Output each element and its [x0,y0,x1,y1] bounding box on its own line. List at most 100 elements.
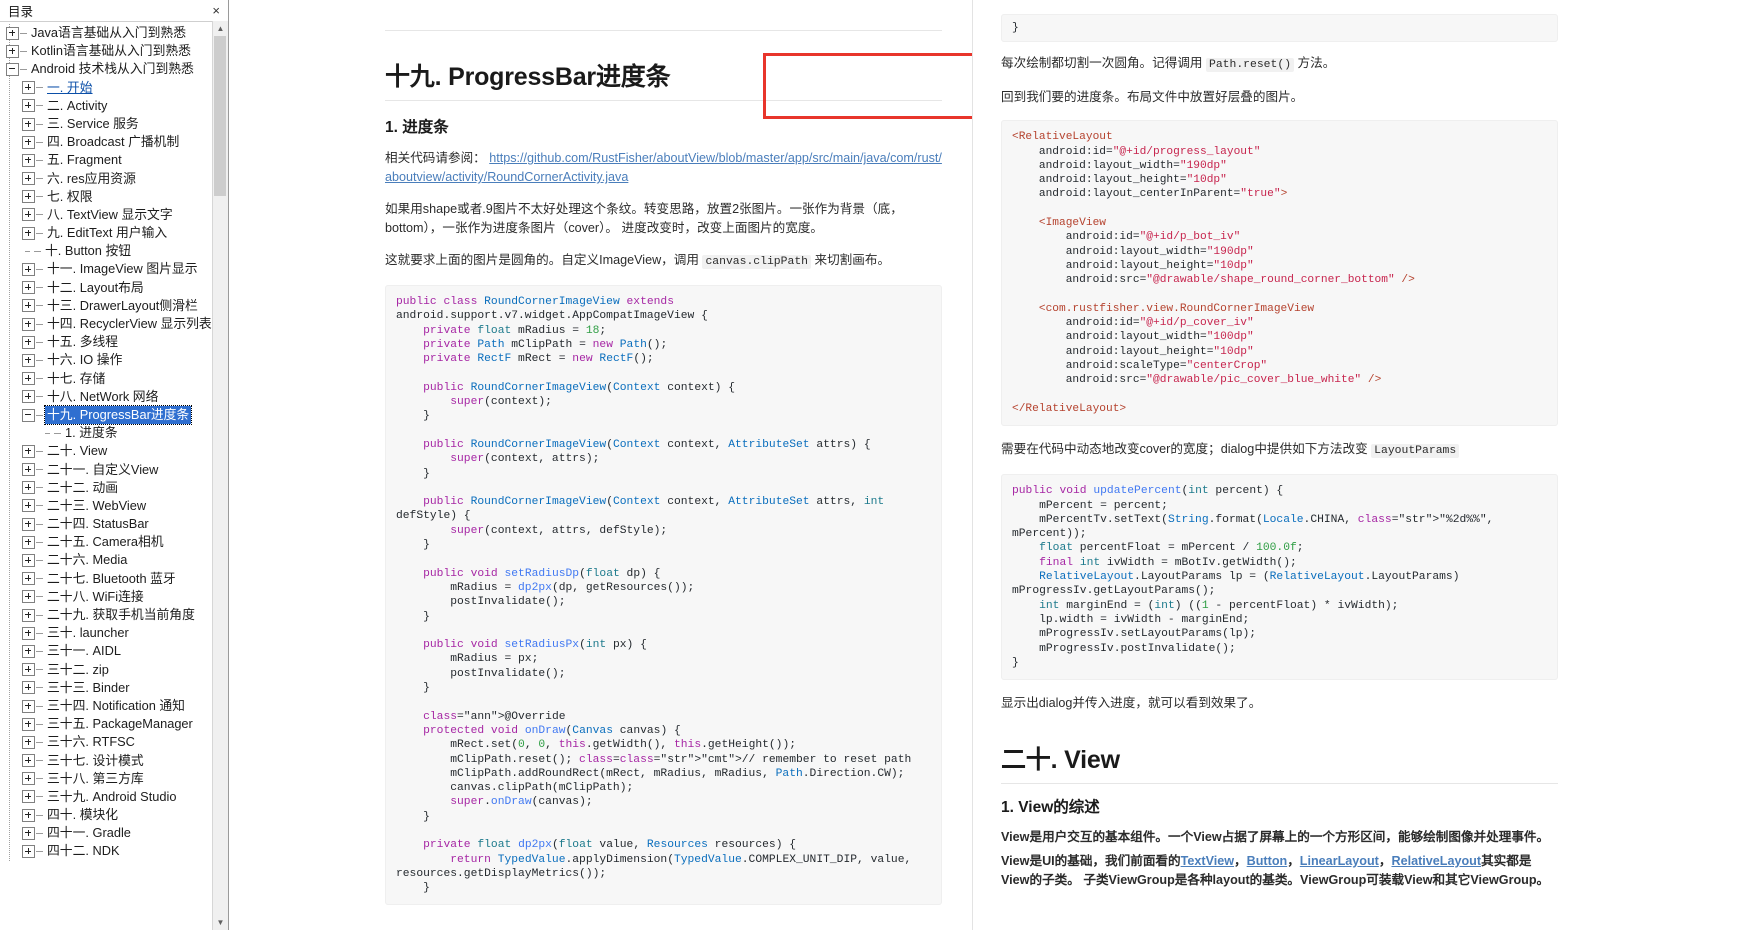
toc-item[interactable]: 三十一. AIDL [2,642,228,660]
expand-icon[interactable] [22,772,35,786]
toc-item[interactable]: 三十六. RTFSC [2,733,228,751]
expand-icon[interactable] [22,117,35,131]
expand-icon[interactable] [22,845,35,859]
toc-item[interactable]: 二十九. 获取手机当前角度 [2,606,228,624]
toc-item[interactable]: 三十九. Android Studio [2,788,228,806]
expand-icon[interactable] [22,353,35,367]
toc-item[interactable]: Kotlin语言基础从入门到熟悉 [2,42,228,60]
toc-item[interactable]: 五. Fragment [2,151,228,169]
expand-icon[interactable] [22,499,35,513]
expand-icon[interactable] [22,281,35,295]
toc-item[interactable]: 二十一. 自定义View [2,461,228,479]
expand-icon[interactable] [22,735,35,749]
scrollbar-thumb[interactable] [214,36,226,196]
expand-icon[interactable] [22,444,35,458]
toc-item[interactable]: 一. 开始 [2,79,228,97]
toc-item[interactable]: 三十七. 设计模式 [2,752,228,770]
expand-icon[interactable] [22,99,35,113]
toc-item[interactable]: 四十. 模块化 [2,806,228,824]
expand-icon[interactable] [22,317,35,331]
expand-icon[interactable] [22,790,35,804]
toc-item[interactable]: 1. 进度条 [2,424,228,442]
link-relativelayout[interactable]: RelativeLayout [1391,854,1481,868]
expand-icon[interactable] [22,135,35,149]
sidebar-scrollbar[interactable]: ▲ ▼ [212,21,228,930]
toc-item[interactable]: 二十三. WebView [2,497,228,515]
expand-icon[interactable] [22,81,35,95]
toc-item[interactable]: 三. Service 服务 [2,115,228,133]
toc-item[interactable]: 十二. Layout布局 [2,279,228,297]
expand-icon[interactable] [22,153,35,167]
close-icon[interactable]: × [210,4,222,17]
toc-item[interactable]: 十三. DrawerLayout侧滑栏 [2,297,228,315]
toc-item[interactable]: 三十四. Notification 通知 [2,697,228,715]
expand-icon[interactable] [22,572,35,586]
toc-item[interactable]: 十九. ProgressBar进度条 [2,404,228,426]
expand-icon[interactable] [22,335,35,349]
expand-icon[interactable] [22,808,35,822]
toc-item[interactable]: 三十三. Binder [2,679,228,697]
expand-icon[interactable] [22,190,35,204]
expand-icon[interactable] [22,754,35,768]
expand-icon[interactable] [22,535,35,549]
link-button[interactable]: Button [1247,854,1288,868]
toc-item[interactable]: 四十二. NDK [2,842,228,860]
toc-item[interactable]: 十八. NetWork 网络 [2,388,228,406]
toc-item[interactable]: 十六. IO 操作 [2,351,228,369]
expand-icon[interactable] [22,390,35,404]
expand-icon[interactable] [6,26,19,40]
link-linearlayout[interactable]: LinearLayout [1300,854,1379,868]
toc-item[interactable]: Java语言基础从入门到熟悉 [2,24,228,42]
toc-item[interactable]: 十五. 多线程 [2,333,228,351]
toc-item[interactable]: 四. Broadcast 广播机制 [2,133,228,151]
expand-icon[interactable] [22,463,35,477]
expand-icon[interactable] [22,208,35,222]
toc-item[interactable]: 二十六. Media [2,551,228,569]
toc-item[interactable]: 十七. 存储 [2,370,228,388]
toc-item[interactable]: 二十五. Camera相机 [2,533,228,551]
toc-item[interactable]: 二十七. Bluetooth 蓝牙 [2,570,228,588]
expand-icon[interactable] [22,554,35,568]
toc-item[interactable]: 二十二. 动画 [2,479,228,497]
expand-icon[interactable] [22,263,35,277]
expand-icon[interactable] [22,681,35,695]
toc-item[interactable]: 三十五. PackageManager [2,715,228,733]
toc-item[interactable]: 二十. View [2,442,228,460]
link-textview[interactable]: TextView [1181,854,1234,868]
document-viewer[interactable]: 十九. ProgressBar进度条 1. 进度条 相关代码请参阅： https… [229,0,1751,930]
toc-item[interactable]: 十. Button 按钮 [2,242,228,260]
scroll-down-icon[interactable]: ▼ [213,915,228,930]
toc-item[interactable]: 十四. RecyclerView 显示列表 [2,315,228,333]
expand-icon[interactable] [22,172,35,186]
toc-item[interactable]: 六. res应用资源 [2,170,228,188]
expand-icon[interactable] [22,608,35,622]
expand-icon[interactable] [22,481,35,495]
expand-icon[interactable] [22,517,35,531]
expand-icon[interactable] [22,372,35,386]
collapse-icon[interactable] [6,62,19,76]
toc-tree[interactable]: Java语言基础从入门到熟悉 Kotlin语言基础从入门到熟悉 Android 技术… [0,22,228,930]
expand-icon[interactable] [22,626,35,640]
toc-item[interactable]: 十一. ImageView 图片显示 [2,260,228,278]
expand-icon[interactable] [22,226,35,240]
toc-item[interactable]: 二. Activity [2,97,228,115]
toc-item[interactable]: 二十四. StatusBar [2,515,228,533]
toc-item[interactable]: 八. TextView 显示文字 [2,206,228,224]
expand-icon[interactable] [22,699,35,713]
toc-item[interactable]: 二十八. WiFi连接 [2,588,228,606]
scroll-up-icon[interactable]: ▲ [213,21,228,36]
expand-icon[interactable] [22,299,35,313]
expand-icon[interactable] [22,644,35,658]
toc-item[interactable]: 四十一. Gradle [2,824,228,842]
expand-icon[interactable] [22,717,35,731]
expand-icon[interactable] [22,826,35,840]
toc-item[interactable]: 三十八. 第三方库 [2,770,228,788]
collapse-icon[interactable] [22,408,35,422]
expand-icon[interactable] [22,663,35,677]
toc-item[interactable]: 九. EditText 用户输入 [2,224,228,242]
toc-item[interactable]: 三十. launcher [2,624,228,642]
toc-item[interactable]: 七. 权限 [2,188,228,206]
toc-item[interactable]: 三十二. zip [2,661,228,679]
expand-icon[interactable] [22,590,35,604]
expand-icon[interactable] [6,44,19,58]
